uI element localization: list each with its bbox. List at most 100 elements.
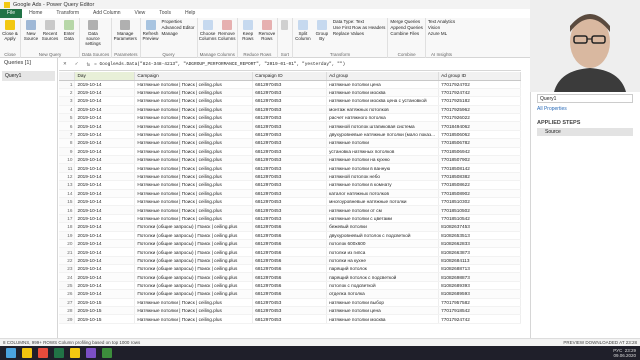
column-header-day[interactable]: Day — [74, 72, 136, 81]
new-source-button[interactable]: New Source — [23, 19, 39, 41]
row-number[interactable]: 25 — [59, 281, 76, 291]
formula-input[interactable]: = GoogleAds.Data("824-348-4213", "ADGROU… — [94, 62, 345, 67]
remove-rows-button[interactable]: Remove Rows — [258, 19, 275, 41]
cell-campaign[interactable]: Потолки (общие запросы) | Поиск | ceilin… — [134, 272, 254, 282]
keep-rows-button[interactable]: Keep Rows — [240, 19, 256, 41]
step-source[interactable]: Source — [537, 128, 633, 136]
row-number[interactable]: 2 — [59, 88, 76, 98]
cell-ad-group-id[interactable]: 81082662833 — [438, 239, 521, 249]
cell-campaign-id[interactable]: 6812970453 — [252, 121, 328, 131]
cell-day[interactable]: 2019-10-14 — [74, 197, 136, 207]
cell-ad-group-id[interactable]: 77017924742 — [438, 88, 521, 98]
cell-campaign[interactable]: Натяжные потолки | Поиск | ceiling.plus — [134, 172, 254, 182]
cell-day[interactable]: 2019-10-14 — [74, 138, 136, 148]
row-number[interactable]: 22 — [59, 256, 76, 266]
table-row[interactable]: 1 2019-10-14 Натяжные потолки | Поиск | ce… — [59, 80, 521, 89]
table-row[interactable]: 19 2019-10-14 Потолки (общие запросы) | По… — [59, 231, 521, 240]
cell-ad-group[interactable]: натяжные потолки москва — [326, 88, 440, 98]
cell-campaign[interactable]: Натяжные потолки | Поиск | ceiling.plus — [134, 138, 254, 148]
table-row[interactable]: 3 2019-10-14 Натяжные потолки | Поиск | ce… — [59, 96, 521, 106]
cell-day[interactable]: 2019-10-14 — [74, 105, 136, 115]
cell-day[interactable]: 2019-10-14 — [74, 264, 136, 274]
cell-day[interactable]: 2019-10-14 — [74, 222, 136, 232]
cell-day[interactable]: 2019-10-14 — [74, 88, 136, 98]
cell-campaign-id[interactable]: 6812970453 — [252, 130, 328, 140]
cell-campaign-id[interactable]: 6812970453 — [252, 163, 328, 173]
cell-campaign-id[interactable]: 6812970456 — [252, 289, 328, 299]
cell-ad-group-id[interactable]: 81082698873 — [438, 272, 521, 282]
row-number[interactable]: 26 — [59, 289, 76, 299]
cell-ad-group[interactable]: потолки из гипса — [326, 247, 440, 257]
cell-campaign[interactable]: Потолки (общие запросы) | Поиск | ceilin… — [134, 231, 254, 240]
cell-ad-group[interactable]: двухуровневый потолок с подсветкой — [326, 231, 440, 240]
row-number[interactable]: 9 — [59, 147, 76, 157]
powerbi-icon[interactable] — [70, 348, 80, 358]
table-row[interactable]: 2 2019-10-14 Натяжные потолки | Поиск | ce… — [59, 88, 521, 98]
replace-values-button[interactable]: Replace Values — [333, 31, 386, 37]
cell-campaign-id[interactable]: 6812970453 — [252, 197, 328, 207]
row-number[interactable]: 20 — [59, 239, 76, 249]
cell-ad-group[interactable]: натяжные потолки с цветами — [326, 214, 440, 224]
cell-ad-group[interactable]: натяжной потолок небо — [326, 172, 440, 182]
row-number[interactable]: 27 — [59, 298, 76, 308]
cell-ad-group[interactable]: потолок с подсветкой — [326, 281, 440, 291]
cell-campaign-id[interactable]: 6812970453 — [252, 205, 328, 215]
cell-day[interactable]: 2019-10-14 — [74, 231, 136, 240]
column-header-ad-group[interactable]: Ad group — [326, 72, 440, 81]
cell-day[interactable]: 2019-10-14 — [74, 272, 136, 282]
cell-campaign[interactable]: Натяжные потолки | Поиск | ceiling.plus — [134, 314, 254, 324]
cell-ad-group-id[interactable]: 81082653513 — [438, 231, 521, 240]
cell-day[interactable]: 2019-10-14 — [74, 239, 136, 249]
cell-day[interactable]: 2019-10-14 — [74, 214, 136, 224]
cell-day[interactable]: 2019-10-14 — [74, 113, 136, 123]
cell-ad-group[interactable]: монтаж натяжных потолков — [326, 105, 440, 115]
cell-ad-group-id[interactable]: 77018510302 — [438, 197, 521, 207]
confirm-icon[interactable]: ✓ — [75, 61, 79, 67]
cell-ad-group[interactable]: многоуровневые натяжные потолки — [326, 197, 440, 207]
table-row[interactable]: 21 2019-10-14 Потолки (общие запросы) | По… — [59, 247, 521, 257]
cell-day[interactable]: 2019-10-14 — [74, 96, 136, 106]
cell-campaign[interactable]: Натяжные потолки | Поиск | ceiling.plus — [134, 147, 254, 157]
table-row[interactable]: 8 2019-10-14 Натяжные потолки | Поиск | ce… — [59, 138, 521, 148]
table-row[interactable]: 27 2019-10-15 Натяжные потолки | Поиск | c… — [59, 298, 521, 308]
cell-ad-group-id[interactable]: 77018494062 — [438, 121, 521, 131]
row-number[interactable]: 1 — [59, 80, 76, 89]
cell-ad-group[interactable]: двухуровневые натяжные потолки (мало пок… — [326, 130, 440, 140]
cell-ad-group[interactable]: натяжные потолки цена — [326, 80, 440, 89]
cell-campaign[interactable]: Натяжные потолки | Поиск | ceiling.plus — [134, 189, 254, 198]
cell-campaign[interactable]: Натяжные потолки | Поиск | ceiling.plus — [134, 130, 254, 140]
cell-ad-group-id[interactable]: 77018508382 — [438, 172, 521, 182]
cell-ad-group[interactable]: натяжные потолки цена — [326, 306, 440, 316]
cell-ad-group[interactable]: натяжные потолки от см — [326, 205, 440, 215]
cell-ad-group[interactable]: натяжные потолки на кухню — [326, 155, 440, 165]
cell-campaign-id[interactable]: 6812970456 — [252, 231, 328, 240]
cell-ad-group[interactable]: натяжные потолки москва цена с установко… — [326, 96, 440, 106]
cell-ad-group[interactable]: натяжные потолки выбор — [326, 298, 440, 308]
row-number[interactable]: 10 — [59, 155, 76, 165]
cell-ad-group[interactable]: потолок 600х600 — [326, 239, 440, 249]
cell-day[interactable]: 2019-10-14 — [74, 130, 136, 140]
cell-ad-group-id[interactable]: 77018508142 — [438, 163, 521, 173]
cell-ad-group-id[interactable]: 77018506782 — [438, 138, 521, 148]
remove-columns-button[interactable]: Remove Columns — [218, 19, 235, 41]
row-number[interactable]: 23 — [59, 264, 76, 274]
cell-ad-group[interactable]: натяжные потолки в комнату — [326, 180, 440, 190]
table-row[interactable]: 13 2019-10-14 Натяжные потолки | Поиск | c… — [59, 180, 521, 190]
close-apply-button[interactable]: Close & Apply — [2, 19, 18, 41]
cell-campaign[interactable]: Натяжные потолки | Поиск | ceiling.plus — [134, 105, 254, 115]
choose-columns-button[interactable]: Choose Columns — [199, 19, 216, 41]
row-number[interactable]: 17 — [59, 214, 76, 224]
cell-ad-group[interactable]: бежевый потолки — [326, 222, 440, 232]
cell-ad-group-id[interactable]: 77017924742 — [438, 314, 521, 324]
cell-day[interactable]: 2019-10-14 — [74, 247, 136, 257]
group-by-button[interactable]: Group By — [314, 19, 330, 41]
row-number[interactable]: 8 — [59, 138, 76, 148]
cell-ad-group[interactable]: отделка потолка — [326, 289, 440, 299]
cell-campaign-id[interactable]: 6812970453 — [252, 105, 328, 115]
cell-ad-group[interactable]: натяжной потолок штапиковая система — [326, 121, 440, 131]
manage-parameters-button[interactable]: Manage Parameters — [114, 19, 137, 41]
table-row[interactable]: 24 2019-10-14 Потолки (общие запросы) | По… — [59, 272, 521, 282]
cell-day[interactable]: 2019-10-14 — [74, 180, 136, 190]
cell-ad-group[interactable]: натяжные потолки — [326, 138, 440, 148]
cell-campaign-id[interactable]: 6812970453 — [252, 155, 328, 165]
